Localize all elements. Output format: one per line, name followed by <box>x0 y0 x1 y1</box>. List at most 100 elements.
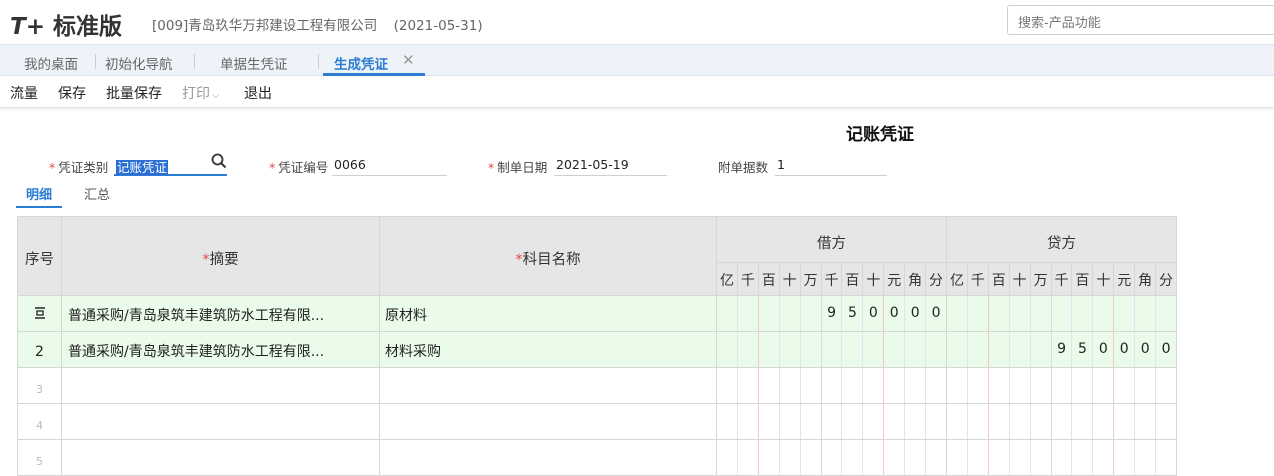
amount-digit: 0 <box>931 305 941 321</box>
digit-divider <box>925 440 927 475</box>
voucher-date-field[interactable]: 2021-05-19 <box>554 155 667 176</box>
digit-divider <box>820 440 822 475</box>
logo-mark: T+ <box>10 14 45 40</box>
digit-divider <box>1113 296 1115 331</box>
digit-divider <box>757 404 759 439</box>
digit-divider <box>757 440 759 475</box>
digit-divider <box>1092 296 1094 331</box>
batch-save-button[interactable]: 批量保存 <box>106 83 162 103</box>
digit-divider <box>925 404 927 439</box>
digit-divider <box>757 368 759 403</box>
digit-divider <box>736 368 738 403</box>
credit-amount-cell[interactable]: 950000 <box>947 332 1177 368</box>
search-input[interactable]: 搜索-产品功能 <box>1007 5 1274 35</box>
tab-init-guide[interactable]: 初始化导航 <box>105 53 173 73</box>
debit-amount-cell[interactable] <box>717 404 947 440</box>
credit-unit-header: 千 <box>1051 263 1073 296</box>
tab-my-desktop[interactable]: 我的桌面 <box>24 53 78 73</box>
credit-amount-cell[interactable] <box>947 404 1177 440</box>
amount-digit: 0 <box>1098 341 1108 357</box>
credit-unit-header: 分 <box>1156 263 1177 296</box>
row-seq-cell[interactable]: 3 <box>17 368 62 404</box>
summary-cell[interactable] <box>62 404 380 440</box>
header-account: *科目名称 <box>380 216 717 296</box>
account-cell[interactable]: 材料采购 <box>380 332 717 368</box>
digit-divider <box>987 296 989 331</box>
debit-unit-header: 十 <box>863 263 885 296</box>
credit-amount-cell[interactable] <box>947 368 1177 404</box>
exit-button[interactable]: 退出 <box>244 83 272 103</box>
close-icon[interactable]: ✕ <box>402 51 415 69</box>
insert-row-icon[interactable] <box>33 307 47 324</box>
attachment-count-label: 附单据数 <box>718 160 769 175</box>
debit-amount-cell[interactable] <box>717 332 947 368</box>
summary-cell[interactable]: 普通采购/青岛泉筑丰建筑防水工程有限... <box>62 332 380 368</box>
digit-divider <box>987 368 989 403</box>
credit-unit-header: 千 <box>967 263 989 296</box>
debit-unit-header: 元 <box>884 263 906 296</box>
label-text: 凭证类别 <box>58 160 109 175</box>
header-seq: 序号 <box>17 216 62 296</box>
row-seq-cell[interactable]: 4 <box>17 404 62 440</box>
debit-unit-header: 十 <box>779 263 801 296</box>
credit-unit-header: 万 <box>1030 263 1052 296</box>
credit-unit-header: 角 <box>1135 263 1157 296</box>
digit-divider <box>883 440 885 475</box>
app-logo: T+ 标准版 <box>10 7 122 41</box>
active-subtab-indicator <box>16 206 62 208</box>
subtab-detail[interactable]: 明细 <box>26 184 52 203</box>
amount-digit: 0 <box>1161 341 1171 357</box>
logo-text: 标准版 <box>52 14 122 40</box>
search-icon[interactable] <box>210 152 228 170</box>
credit-unit-header: 十 <box>1009 263 1031 296</box>
row-seq-cell[interactable] <box>17 296 62 332</box>
debit-amount-cell[interactable] <box>717 440 947 476</box>
digit-divider <box>862 332 864 367</box>
attachment-count-field[interactable]: 1 <box>775 155 887 176</box>
digit-divider <box>757 332 759 367</box>
debit-unit-header: 百 <box>758 263 780 296</box>
credit-amount-cell[interactable] <box>947 440 1177 476</box>
row-seq-cell[interactable]: 2 <box>17 332 62 368</box>
flow-button[interactable]: 流量 <box>10 83 38 103</box>
digit-divider <box>904 368 906 403</box>
summary-cell[interactable] <box>62 368 380 404</box>
credit-amount-cell[interactable] <box>947 296 1177 332</box>
voucher-number-field[interactable]: 0066 <box>332 155 447 176</box>
header-debit-label: 借方 <box>817 236 846 252</box>
digit-divider <box>1029 404 1031 439</box>
required-mark: * <box>202 252 210 268</box>
credit-unit-header: 亿 <box>947 263 968 296</box>
save-button[interactable]: 保存 <box>58 83 86 103</box>
account-cell[interactable] <box>380 368 717 404</box>
header-credit: 贷方 <box>947 216 1177 263</box>
amount-digit: 5 <box>1077 341 1087 357</box>
print-button[interactable]: 打印 ⌵ <box>182 83 220 103</box>
tab-generate-voucher[interactable]: 生成凭证 <box>334 53 388 73</box>
digit-divider <box>1134 296 1136 331</box>
required-mark: * <box>488 160 495 175</box>
debit-amount-cell[interactable] <box>717 368 947 404</box>
amount-digit: 5 <box>847 305 857 321</box>
account-cell[interactable]: 原材料 <box>380 296 717 332</box>
digit-divider <box>1134 368 1136 403</box>
row-seq-cell[interactable]: 5 <box>17 440 62 476</box>
credit-unit-header: 元 <box>1114 263 1136 296</box>
digit-divider <box>799 332 801 367</box>
summary-text: 普通采购/青岛泉筑丰建筑防水工程有限... <box>68 344 325 360</box>
amount-digit: 0 <box>868 305 878 321</box>
digit-divider <box>1050 368 1052 403</box>
voucher-type-label: * 凭证类别 <box>49 157 108 176</box>
summary-cell[interactable] <box>62 440 380 476</box>
account-cell[interactable] <box>380 440 717 476</box>
digit-divider <box>736 332 738 367</box>
debit-amount-cell[interactable]: 950000 <box>717 296 947 332</box>
summary-cell[interactable]: 普通采购/青岛泉筑丰建筑防水工程有限... <box>62 296 380 332</box>
voucher-date-label: * 制单日期 <box>488 157 547 176</box>
digit-divider <box>757 296 759 331</box>
debit-unit-header: 百 <box>842 263 864 296</box>
digit-divider <box>1155 296 1157 331</box>
tab-doc-to-voucher[interactable]: 单据生凭证 <box>220 53 288 73</box>
account-cell[interactable] <box>380 404 717 440</box>
subtab-summary[interactable]: 汇总 <box>84 184 110 203</box>
